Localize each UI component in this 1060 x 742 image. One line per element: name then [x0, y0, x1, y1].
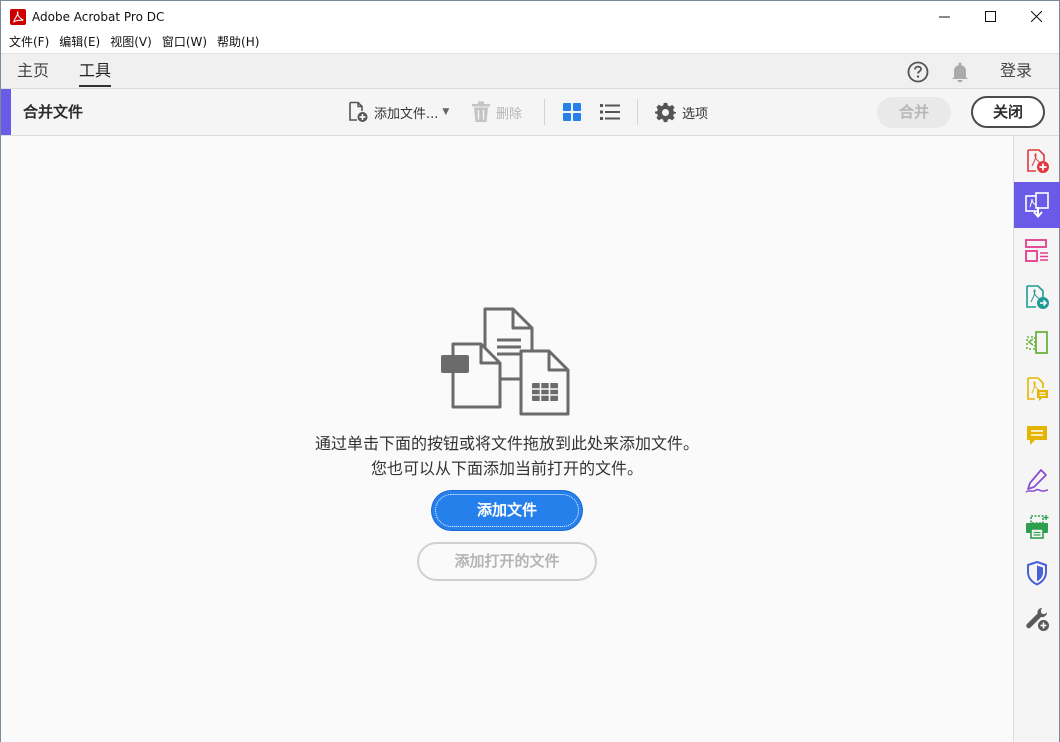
edit-pdf-icon — [1026, 331, 1048, 354]
close-tool-button[interactable]: 关闭 — [971, 96, 1045, 128]
protect-icon — [1027, 561, 1047, 586]
rail-print-production[interactable] — [1014, 504, 1060, 550]
grid-view-icon — [563, 103, 581, 121]
options-label: 选项 — [682, 106, 709, 122]
minimize-button[interactable] — [921, 1, 967, 32]
tool-title: 合并文件 — [23, 103, 84, 121]
combine-files-illustration — [441, 307, 570, 416]
sign-in-link[interactable]: 登录 — [1000, 54, 1032, 89]
options-button[interactable]: 选项 — [655, 89, 708, 135]
gear-icon — [655, 102, 676, 122]
fill-sign-icon — [1025, 469, 1049, 493]
instruction-subtext: 您也可以从下面添加当前打开的文件。 — [370, 459, 643, 478]
more-tools-icon — [1026, 608, 1049, 631]
toolbar-divider — [544, 99, 545, 125]
combine-files-icon — [1025, 192, 1049, 218]
menu-help[interactable]: 帮助(H) — [212, 32, 264, 53]
active-tab-indicator — [79, 85, 112, 87]
list-view-button[interactable] — [600, 89, 620, 135]
delete-label: 删除 — [496, 106, 523, 122]
maximize-icon — [984, 11, 996, 22]
combine-button[interactable]: 合并 — [877, 97, 951, 128]
rail-comment[interactable] — [1014, 412, 1060, 458]
tab-bar: 主页 工具 登录 — [1, 53, 1059, 89]
tab-tools-label: 工具 — [79, 61, 112, 80]
close-icon — [1030, 11, 1042, 22]
minimize-icon — [938, 16, 950, 18]
rail-more-tools[interactable] — [1014, 596, 1060, 642]
app-window: Adobe Acrobat Pro DC 文件(F) 编辑(E) 视图(V) 窗… — [0, 0, 1060, 742]
window-controls — [921, 1, 1059, 32]
tool-toolbar: 合并文件 添加文件... ▼ 删除 选项 合并 关闭 — [1, 89, 1059, 136]
toolbar-divider — [637, 99, 638, 125]
tab-home[interactable]: 主页 — [17, 54, 49, 89]
print-production-icon — [1026, 515, 1049, 539]
thumbnail-view-button[interactable] — [562, 89, 582, 135]
menu-view[interactable]: 视图(V) — [105, 32, 157, 53]
add-file-icon — [349, 101, 368, 122]
add-files-button[interactable]: 添加文件 — [432, 491, 582, 530]
create-pdf-icon — [1027, 149, 1049, 173]
instruction-text: 通过单击下面的按钮或将文件拖放到此处来添加文件。 — [314, 434, 699, 453]
add-open-files-button[interactable]: 添加打开的文件 — [417, 542, 597, 581]
chevron-down-icon: ▼ — [442, 107, 450, 117]
acrobat-logo-icon — [10, 8, 26, 25]
tool-accent-bar — [1, 89, 11, 135]
maximize-button[interactable] — [967, 1, 1013, 32]
trash-icon — [472, 101, 490, 122]
rail-fill-sign[interactable] — [1014, 458, 1060, 504]
organize-pages-icon — [1025, 239, 1048, 262]
rail-protect[interactable] — [1014, 550, 1060, 596]
menu-file[interactable]: 文件(F) — [4, 32, 54, 53]
menu-window[interactable]: 窗口(W) — [157, 32, 212, 53]
rail-export-pdf[interactable] — [1014, 274, 1060, 320]
comment-icon — [1027, 426, 1047, 445]
add-files-dropdown[interactable]: 添加文件... ▼ — [347, 89, 449, 135]
rail-combine-files[interactable] — [1014, 182, 1060, 228]
notifications-bell-icon[interactable] — [949, 61, 971, 83]
rail-comment-file[interactable] — [1014, 366, 1060, 412]
menu-edit[interactable]: 编辑(E) — [54, 32, 105, 53]
tab-tools[interactable]: 工具 — [79, 54, 112, 89]
export-pdf-icon — [1026, 285, 1049, 309]
help-icon[interactable] — [907, 61, 929, 83]
window-title: Adobe Acrobat Pro DC — [32, 9, 165, 24]
delete-button[interactable]: 删除 — [471, 89, 522, 135]
tools-pane — [1013, 136, 1060, 742]
comment-file-icon — [1027, 377, 1048, 401]
add-files-label: 添加文件... — [374, 106, 439, 122]
list-view-icon — [600, 104, 620, 120]
title-bar: Adobe Acrobat Pro DC — [1, 1, 1059, 32]
close-window-button[interactable] — [1013, 1, 1059, 32]
rail-organize-pages[interactable] — [1014, 228, 1060, 274]
menu-bar: 文件(F) 编辑(E) 视图(V) 窗口(W) 帮助(H) — [1, 32, 1059, 53]
rail-create-pdf[interactable] — [1014, 138, 1060, 184]
rail-edit-pdf[interactable] — [1014, 320, 1060, 366]
drop-zone[interactable]: 通过单击下面的按钮或将文件拖放到此处来添加文件。 您也可以从下面添加当前打开的文… — [1, 136, 1013, 742]
